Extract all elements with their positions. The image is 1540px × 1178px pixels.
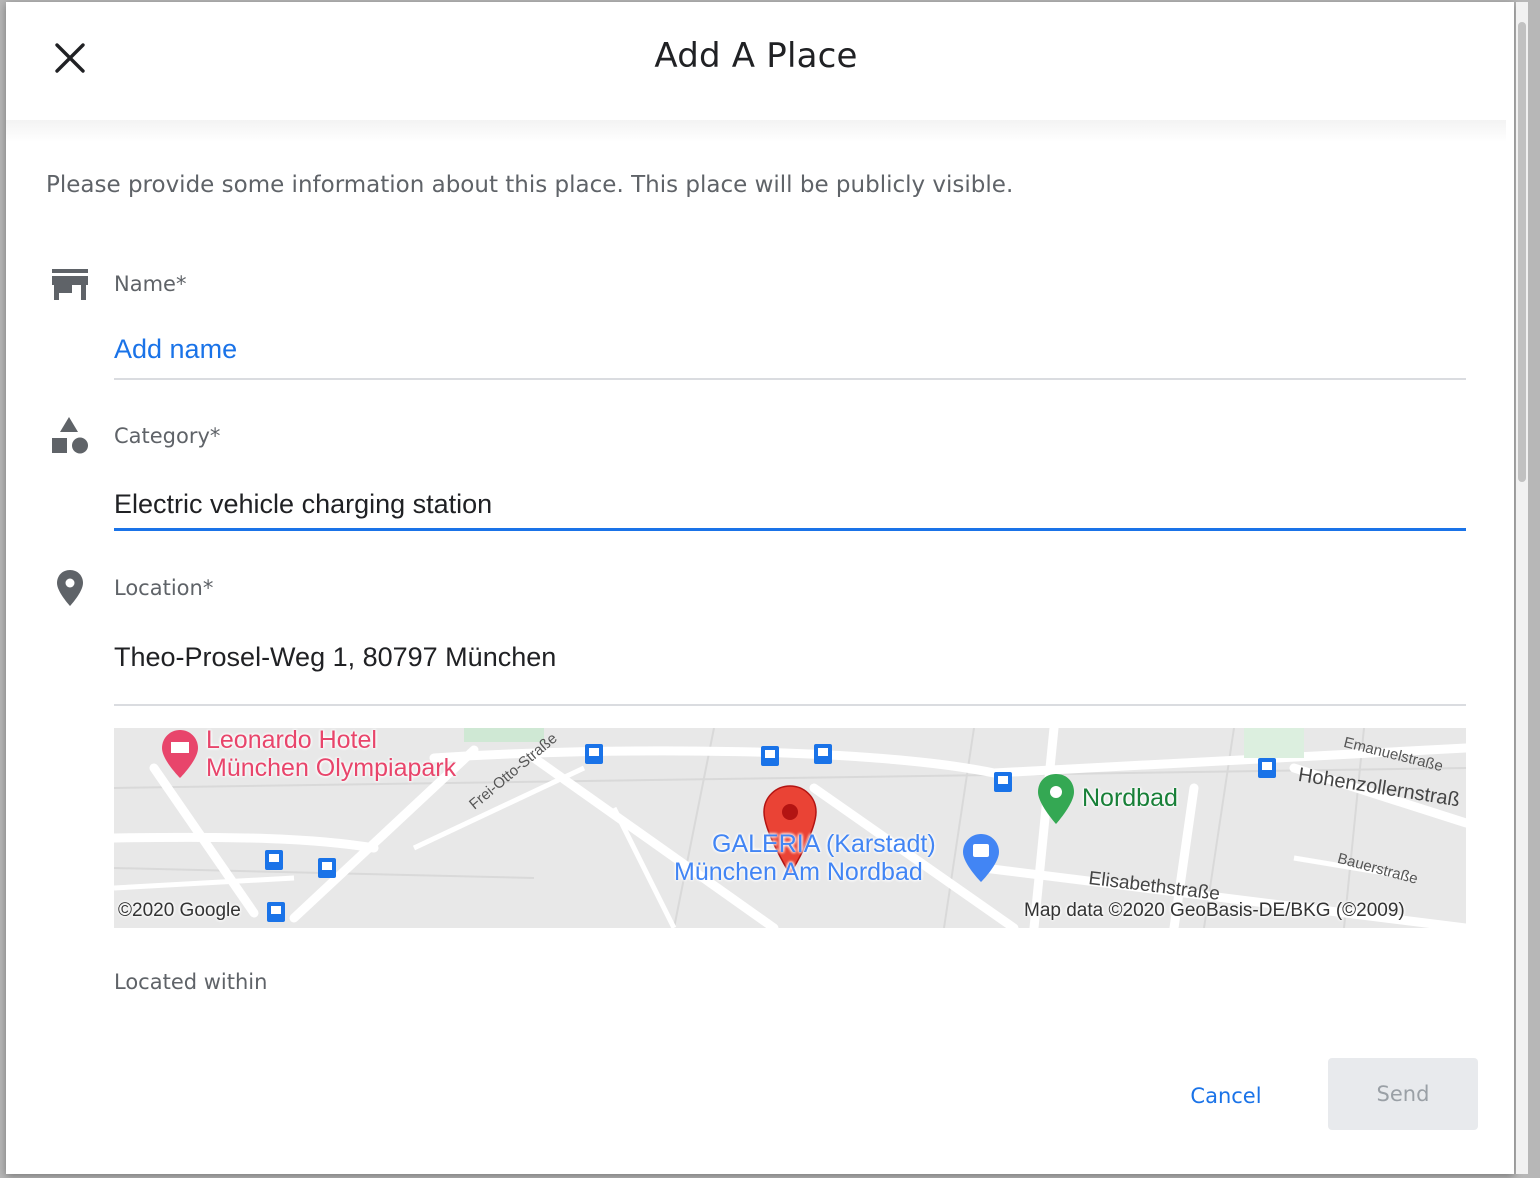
dialog-title: Add A Place [654,36,858,76]
name-input[interactable]: Add name [114,334,1466,365]
header-divider [6,120,1506,142]
location-underline [114,704,1466,706]
store-label-line2: München Am Nordbad [674,858,923,886]
scrollbar-thumb[interactable] [1518,22,1526,482]
name-label: Name* [114,272,187,296]
category-label: Category* [114,424,221,448]
located-within-label[interactable]: Located within [114,970,267,994]
hotel-label-line2: München Olympiapark [206,754,457,782]
dialog-scrollbar[interactable] [1516,2,1528,1174]
park-label: Nordbad [1082,784,1178,812]
store-label-line1: GALERIA (Karstadt) [712,830,936,858]
hotel-label-line1: Leonardo Hotel [206,728,377,754]
add-place-dialog: Add A Place Please provide some informat… [6,2,1514,1174]
location-label: Location* [114,576,214,600]
map-copyright: ©2020 Google [118,900,241,921]
name-underline [114,378,1466,380]
map-attribution: Map data ©2020 GeoBasis-DE/BKG (©2009) [1024,900,1405,921]
storefront-icon [52,269,88,300]
category-underline [114,528,1466,531]
location-pin-icon [57,570,83,606]
intro-text: Please provide some information about th… [46,172,1014,198]
cancel-button[interactable]: Cancel [1166,1060,1286,1132]
category-shapes-icon [52,417,88,454]
category-input[interactable]: Electric vehicle charging station [114,489,1466,520]
location-input[interactable]: Theo-Prosel-Weg 1, 80797 München [114,642,1466,673]
location-map[interactable]: Leonardo Hotel München Olympiapark GALER… [114,728,1466,928]
dialog-header: Add A Place [6,2,1514,122]
send-button[interactable]: Send [1328,1058,1478,1130]
